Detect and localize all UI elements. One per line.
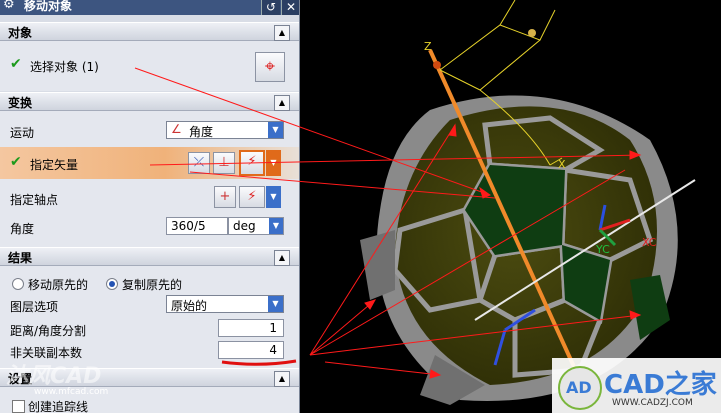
- cadzj-logo-mark: AD: [558, 366, 602, 410]
- cadzj-url: WWW.CADZJ.COM: [612, 398, 693, 408]
- annotation-arrows: [134, 67, 642, 379]
- mfcad-brand: 沐风CAD: [6, 364, 102, 389]
- cadzj-logo: AD CAD之家 WWW.CADZJ.COM: [552, 358, 721, 413]
- cadzj-brand: CAD之家: [604, 370, 717, 400]
- mfcad-url: www.mfcad.com: [34, 387, 109, 397]
- mfcad-watermark: 沐风CAD www.mfcad.com: [6, 358, 108, 397]
- cadzj-logo-badge: AD: [566, 378, 592, 397]
